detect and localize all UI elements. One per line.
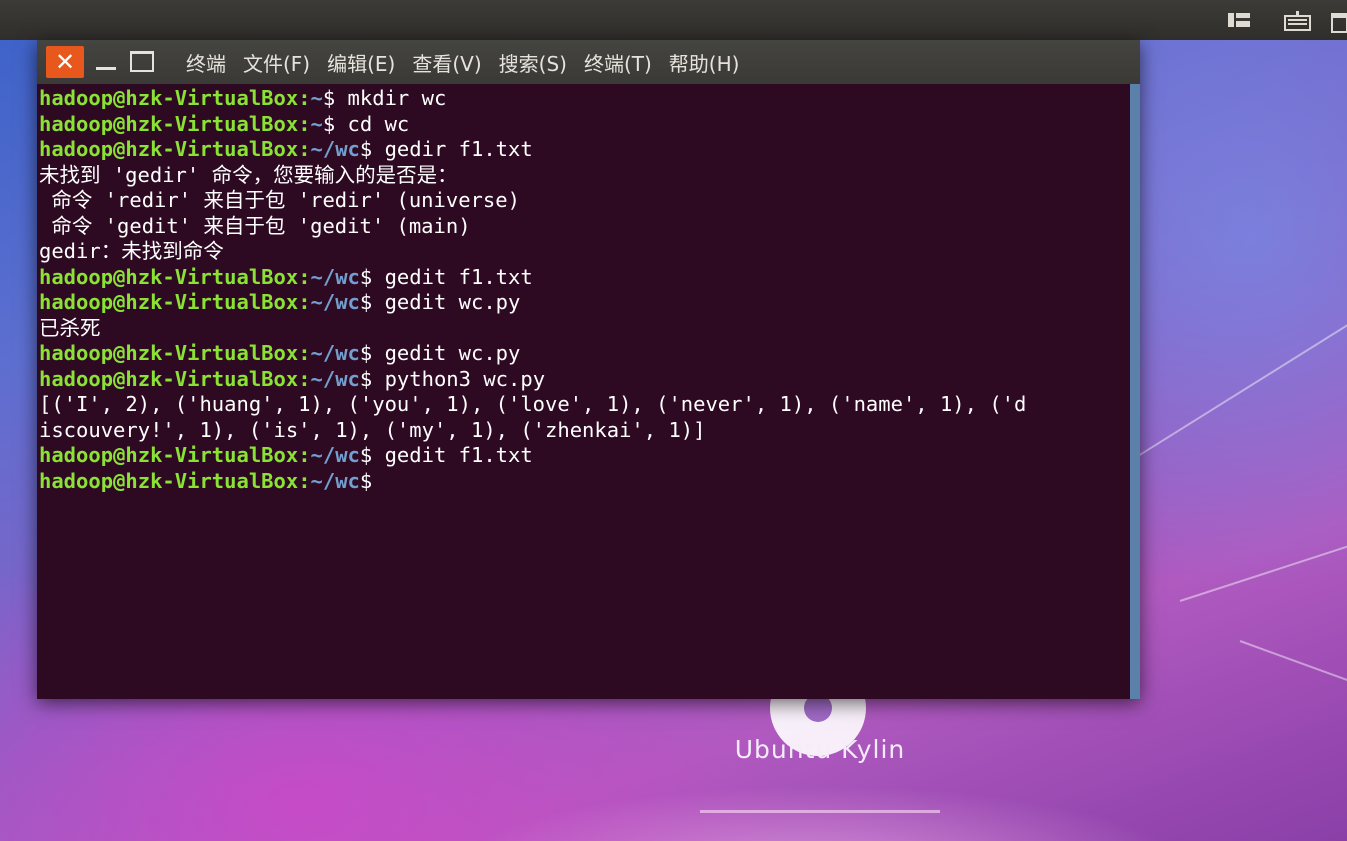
prompt-path: ~/wc — [310, 264, 360, 289]
command-text: python3 wc.py — [372, 366, 546, 391]
terminal-window[interactable]: ✕ 终端 文件(F) 编辑(E) 查看(V) 搜索(S) 终端(T) 帮助(H)… — [37, 40, 1140, 699]
maximize-button[interactable] — [130, 51, 154, 72]
prompt-symbol: $ — [322, 111, 336, 136]
prompt-user: hadoop@hzk-VirtualBox — [39, 111, 299, 136]
top-panel — [0, 0, 1347, 41]
prompt-symbol: $ — [359, 137, 373, 161]
wallpaper-streak — [1239, 640, 1347, 690]
output-line: gedir：未找到命令 — [39, 239, 224, 263]
prompt-separator: : — [298, 111, 311, 136]
output-line: 已杀死 — [39, 315, 101, 340]
wallpaper-streak — [700, 810, 940, 813]
command-text: cd wc — [335, 111, 410, 136]
output-line: [('I', 2), ('huang', 1), ('you', 1), ('l… — [39, 392, 1027, 416]
prompt-separator: : — [298, 86, 311, 110]
prompt-path: ~ — [310, 86, 323, 110]
keyboard-icon[interactable] — [1284, 10, 1312, 31]
prompt-user: hadoop@hzk-VirtualBox — [39, 341, 299, 365]
terminal-scrollbar[interactable] — [1130, 84, 1140, 699]
prompt-line: hadoop@hzk-VirtualBox:~$ cd wc — [39, 112, 1026, 138]
menu-help[interactable]: 帮助(H) — [669, 48, 740, 77]
command-text: mkdir wc — [335, 86, 447, 110]
prompt-path: ~/wc — [310, 468, 360, 493]
prompt-separator: : — [298, 468, 311, 493]
prompt-path: ~/wc — [310, 137, 360, 161]
command-text: gedit f1.txt — [372, 264, 533, 289]
prompt-symbol: $ — [359, 443, 373, 467]
menu-file[interactable]: 文件(F) — [243, 48, 310, 77]
command-text: gedit wc.py — [372, 290, 521, 314]
prompt-separator: : — [298, 137, 311, 161]
prompt-symbol: $ — [322, 86, 336, 110]
prompt-symbol: $ — [359, 468, 373, 493]
prompt-separator: : — [298, 366, 311, 391]
prompt-path: ~/wc — [310, 443, 360, 467]
prompt-line: hadoop@hzk-VirtualBox:~/wc$ python3 wc.p… — [39, 367, 1026, 393]
window-title: 终端 — [186, 51, 226, 76]
prompt-symbol: $ — [359, 341, 373, 365]
output-line: 命令 'gedit' 来自于包 'gedit' (main) — [39, 213, 471, 238]
prompt-separator: : — [298, 443, 311, 467]
prompt-symbol: $ — [359, 290, 373, 314]
prompt-path: ~/wc — [310, 290, 360, 314]
prompt-separator: : — [298, 290, 311, 314]
prompt-user: hadoop@hzk-VirtualBox — [39, 264, 299, 289]
wallpaper-streak — [1179, 538, 1347, 602]
menu-edit[interactable]: 编辑(E) — [327, 48, 395, 77]
output-line: 命令 'redir' 来自于包 'redir' (universe) — [39, 188, 520, 212]
menu-view[interactable]: 查看(V) — [412, 48, 481, 77]
prompt-path: ~/wc — [310, 341, 360, 365]
terminal-lines: hadoop@hzk-VirtualBox:~$ mkdir wc hadoop@… — [39, 86, 1026, 494]
ubuntu-kylin-text: Ubuntu Kylin — [734, 735, 906, 764]
menu-terminal[interactable]: 终端(T) — [584, 48, 652, 77]
prompt-path: ~/wc — [310, 366, 360, 391]
prompt-user: hadoop@hzk-VirtualBox — [39, 468, 299, 493]
command-text: gedir f1.txt — [372, 137, 533, 161]
prompt-user: hadoop@hzk-VirtualBox — [39, 366, 299, 391]
minimize-button[interactable] — [92, 48, 120, 76]
close-icon: ✕ — [54, 48, 76, 76]
wallpaper-streak — [1129, 322, 1347, 462]
prompt-user: hadoop@hzk-VirtualBox — [39, 443, 299, 467]
prompt-separator: : — [298, 264, 311, 289]
menu-search[interactable]: 搜索(S) — [499, 48, 567, 77]
prompt-symbol: $ — [359, 366, 373, 391]
prompt-line: hadoop@hzk-VirtualBox:~/wc$ — [39, 469, 1026, 495]
calendar-icon[interactable] — [1330, 10, 1347, 33]
prompt-user: hadoop@hzk-VirtualBox — [39, 86, 299, 110]
menubar: 终端 文件(F) 编辑(E) 查看(V) 搜索(S) 终端(T) 帮助(H) — [186, 40, 756, 84]
command-text: gedit wc.py — [372, 341, 521, 365]
prompt-user: hadoop@hzk-VirtualBox — [39, 290, 299, 314]
prompt-line: hadoop@hzk-VirtualBox:~/wc$ gedit wc.py — [39, 341, 1026, 367]
prompt-line: hadoop@hzk-VirtualBox:~/wc$ gedir f1.txt — [39, 137, 1026, 163]
prompt-line: hadoop@hzk-VirtualBox:~/wc$ gedit f1.txt — [39, 443, 1026, 469]
output-line: iscouvery!', 1), ('is', 1), ('my', 1), (… — [39, 417, 706, 442]
prompt-user: hadoop@hzk-VirtualBox — [39, 137, 299, 161]
close-button[interactable]: ✕ — [46, 46, 84, 78]
terminal-output[interactable]: hadoop@hzk-VirtualBox:~$ mkdir wc hadoop@… — [37, 84, 1130, 699]
output-line: 未找到 'gedir' 命令，您要输入的是否是： — [39, 162, 458, 187]
input-method-icon[interactable] — [1226, 10, 1256, 30]
prompt-separator: : — [298, 341, 311, 365]
prompt-path: ~ — [310, 111, 323, 136]
terminal-titlebar[interactable]: ✕ 终端 文件(F) 编辑(E) 查看(V) 搜索(S) 终端(T) 帮助(H) — [37, 40, 1140, 84]
command-text: gedit f1.txt — [372, 443, 533, 467]
prompt-line: hadoop@hzk-VirtualBox:~$ mkdir wc — [39, 86, 1026, 112]
prompt-line: hadoop@hzk-VirtualBox:~/wc$ gedit f1.txt — [39, 265, 1026, 291]
prompt-line: hadoop@hzk-VirtualBox:~/wc$ gedit wc.py — [39, 290, 1026, 316]
prompt-symbol: $ — [359, 264, 373, 289]
